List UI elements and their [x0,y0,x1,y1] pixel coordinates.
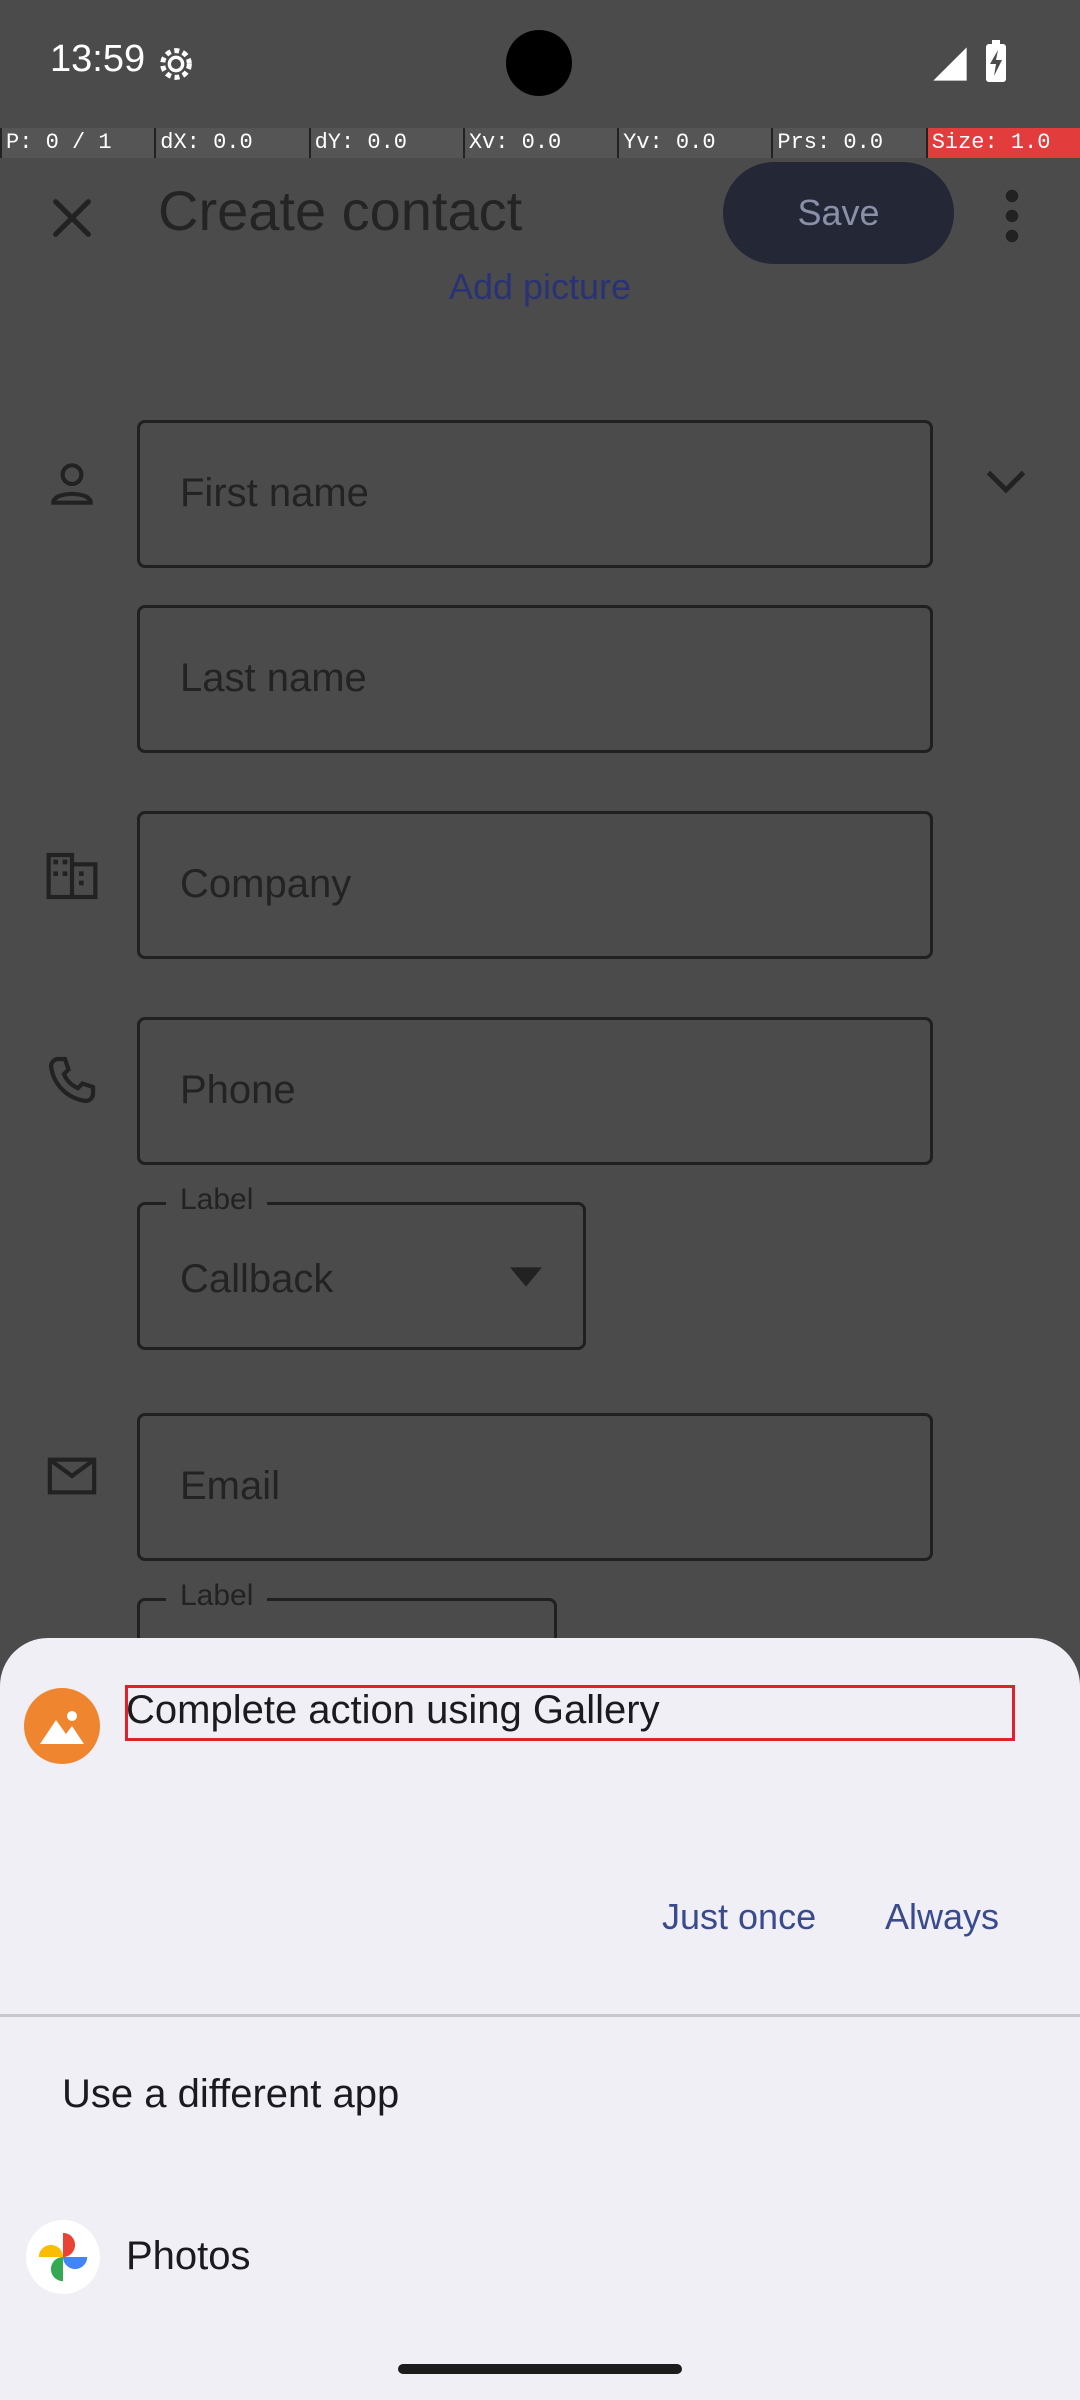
company-placeholder: Company [180,862,352,906]
company-field[interactable]: Company [137,811,933,959]
first-name-field[interactable]: First name [137,420,933,568]
just-once-button[interactable]: Just once [662,1896,816,1938]
email-icon [47,1457,97,1495]
always-button[interactable]: Always [885,1896,999,1938]
phone-field[interactable]: Phone [137,1017,933,1165]
email-label-legend: Label [166,1579,268,1613]
phone-label-select[interactable]: Label Callback [137,1183,586,1350]
pointer-location-overlay: P: 0 / 1 dX: 0.0 dY: 0.0 Xv: 0.0 Yv: 0.0… [0,128,1080,158]
overlay-yv: Yv: 0.0 [617,128,772,158]
signal-icon [933,47,967,81]
overlay-dx: dX: 0.0 [154,128,309,158]
more-options-icon[interactable] [1000,186,1024,246]
save-button[interactable]: Save [723,162,954,264]
phone-icon [48,1056,96,1104]
status-time: 13:59 [50,38,146,80]
overlay-xv: Xv: 0.0 [462,128,618,158]
overlay-pressure: Prs: 0.0 [771,128,926,158]
status-bar: 13:59 [0,0,1080,128]
settings-gear-icon [160,48,192,80]
email-placeholder: Email [180,1464,281,1508]
business-icon [46,852,98,900]
overlay-pointer: P: 0 / 1 [0,128,155,158]
photos-app-option[interactable]: Photos [126,2234,251,2279]
person-icon [51,463,93,505]
app-toolbar: Create contact Save [0,160,1080,270]
email-field[interactable]: Email [137,1413,933,1561]
photos-pinwheel-icon[interactable] [26,2220,100,2294]
first-name-placeholder: First name [180,471,369,515]
last-name-placeholder: Last name [180,656,367,700]
phone-label-legend: Label [166,1183,268,1217]
close-icon[interactable] [44,190,100,246]
add-picture-link[interactable]: Add picture [0,266,1080,308]
camera-cutout [506,30,572,96]
page-title: Create contact [158,179,523,242]
intent-chooser-sheet: Complete action using Gallery Just once … [0,1638,1080,2400]
battery-charging-icon [986,40,1006,82]
use-different-app-heading: Use a different app [62,2072,400,2116]
overlay-dy: dY: 0.0 [308,128,463,158]
focus-highlight [125,1685,1015,1741]
overlay-size: Size: 1.0 [925,128,1080,158]
divider [0,2014,1080,2017]
gallery-icon [24,1688,100,1764]
last-name-field[interactable]: Last name [137,605,933,753]
chevron-down-icon[interactable] [976,450,1036,510]
phone-placeholder: Phone [180,1068,296,1112]
phone-label-value: Callback [180,1257,334,1301]
dropdown-arrow-icon [510,1267,542,1287]
gesture-home-bar[interactable] [398,2364,682,2374]
